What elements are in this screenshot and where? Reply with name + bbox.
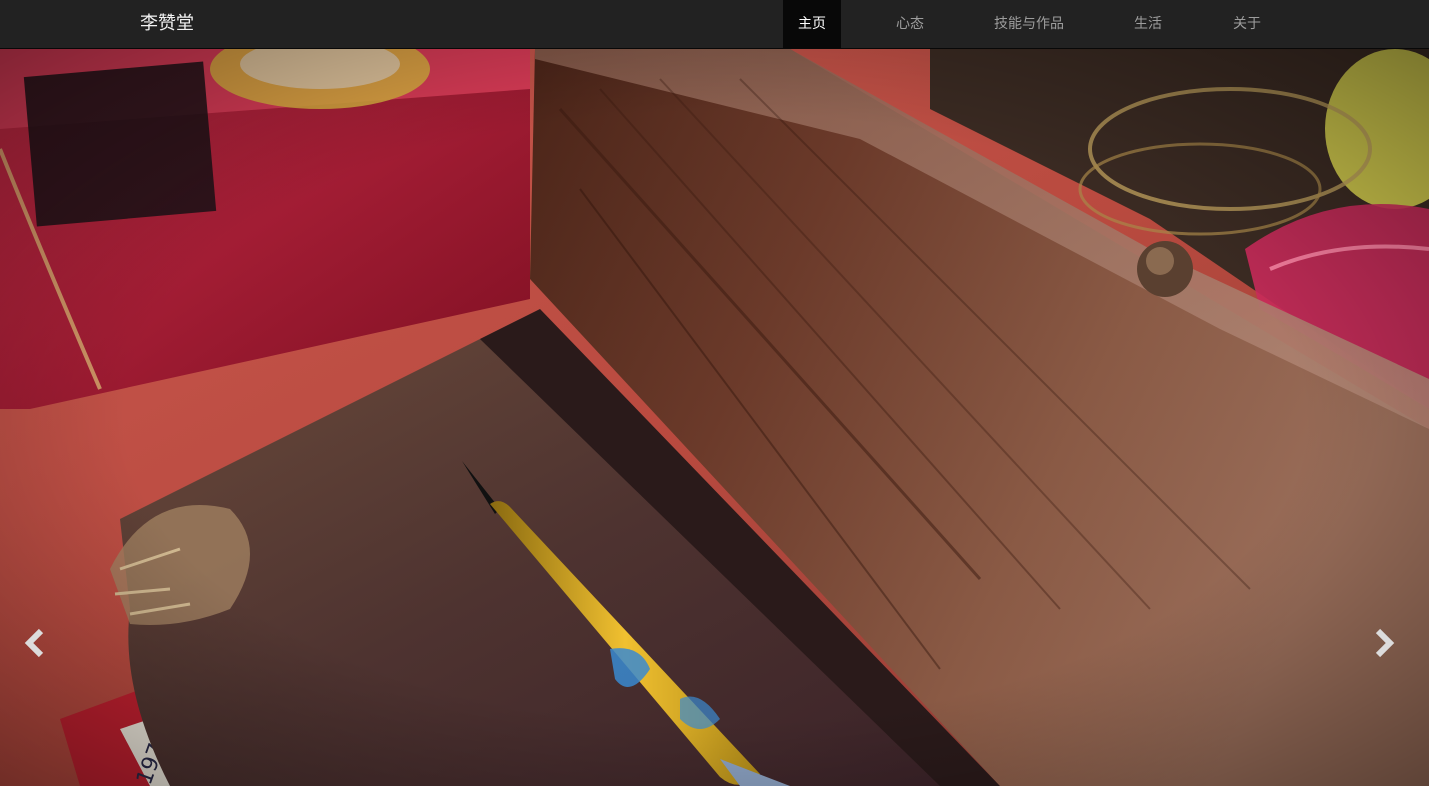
top-navbar: 李赞堂 主页 心态 技能与作品 生活 关于	[0, 0, 1429, 49]
nav-item-home[interactable]: 主页	[783, 0, 841, 49]
hero-carousel: 1973	[0, 49, 1429, 786]
carousel-next-control[interactable]	[1364, 623, 1404, 663]
nav-item-mindset[interactable]: 心态	[841, 0, 979, 49]
main-nav: 主页 心态 技能与作品 生活 关于	[783, 0, 1277, 49]
carousel-slide-image: 1973	[0, 49, 1429, 786]
nav-item-skills-works[interactable]: 技能与作品	[979, 0, 1079, 49]
chevron-right-icon	[1375, 628, 1395, 658]
nav-item-life[interactable]: 生活	[1079, 0, 1217, 49]
nav-item-about[interactable]: 关于	[1217, 0, 1277, 49]
carousel-prev-control[interactable]	[15, 623, 55, 663]
site-brand[interactable]: 李赞堂	[140, 0, 194, 49]
chevron-left-icon	[24, 628, 44, 658]
